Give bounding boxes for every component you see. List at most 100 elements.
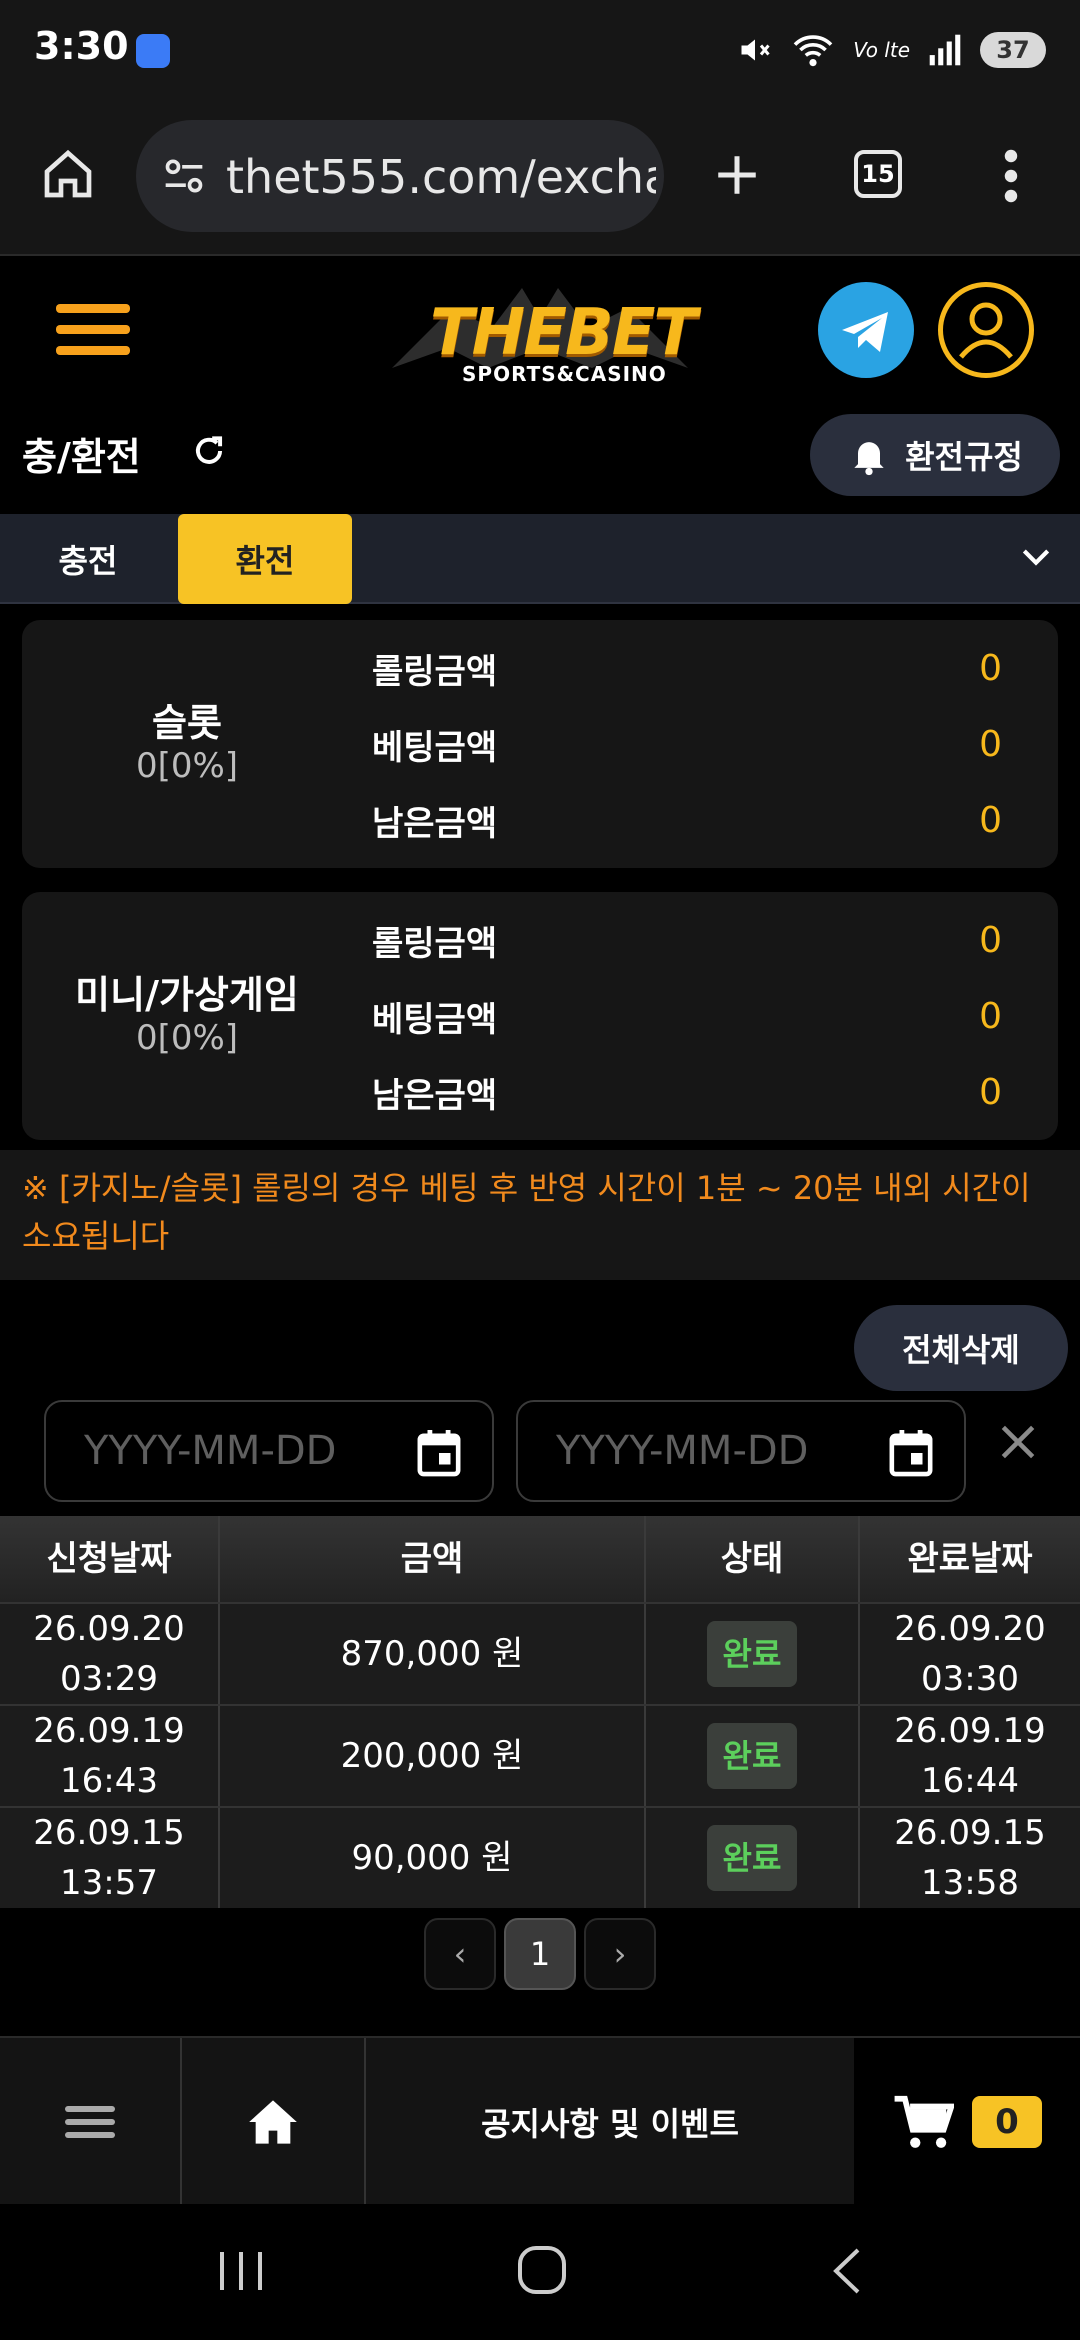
more-options-icon[interactable] [996, 146, 1026, 206]
row-value: 0 [979, 799, 1002, 841]
wifi-icon [793, 35, 833, 67]
complete-date: 26.09.20 [894, 1609, 1046, 1649]
prev-page-button[interactable]: ‹ [424, 1918, 496, 1990]
bell-icon [854, 442, 884, 476]
status-cell: 완료 [646, 1808, 860, 1908]
row-label: 롤링금액 [372, 923, 498, 964]
table-row: 26.09.19 16:43 200,000 원 완료 26.09.19 16:44 [0, 1704, 1080, 1806]
system-nav-bar [0, 2204, 1080, 2340]
row-value: 0 [979, 919, 1002, 961]
tab-bar: 충전 환전 [0, 514, 1080, 604]
exchange-rules-button[interactable]: 환전규정 [810, 414, 1060, 496]
back-icon[interactable] [828, 2246, 868, 2296]
betting-amount-row: 베팅금액 0 [372, 986, 1022, 1046]
table-row: 26.09.15 13:57 90,000 원 완료 26.09.15 13:58 [0, 1806, 1080, 1908]
telegram-icon [842, 312, 888, 352]
next-page-button[interactable]: › [584, 1918, 656, 1990]
header-complete-date: 완료날짜 [907, 1539, 1033, 1579]
tab-switcher-button[interactable]: 15 [854, 150, 902, 198]
mini-game-rolling-card: 미니/가상게임 0[0%] 롤링금액 0 베팅금액 0 남은금액 0 [22, 892, 1058, 1140]
card-name: 슬롯 [152, 701, 222, 745]
notices-events-link[interactable]: 공지사항 및 이벤트 [366, 2038, 854, 2206]
complete-time: 13:58 [921, 1863, 1019, 1903]
hamburger-menu-icon[interactable] [56, 300, 130, 360]
remaining-amount-row: 남은금액 0 [372, 790, 1022, 850]
clear-dates-icon[interactable] [996, 1420, 1040, 1464]
browser-toolbar: thet555.com/exchan 15 [0, 100, 1080, 256]
request-time: 16:43 [60, 1761, 158, 1801]
row-value: 0 [979, 995, 1002, 1037]
tab-charge[interactable]: 충전 [0, 514, 176, 604]
status-badge: 완료 [706, 1723, 798, 1789]
pagination: ‹ 1 › [424, 1918, 656, 1990]
status-icons: Vo lte 37 [737, 28, 1046, 72]
tab-exchange[interactable]: 환전 [178, 514, 352, 604]
page-button-current[interactable]: 1 [504, 1918, 576, 1990]
bottom-home-button[interactable] [182, 2038, 366, 2206]
start-date-placeholder: YYYY-MM-DD [84, 1428, 337, 1474]
url-text: thet555.com/exchan [226, 150, 656, 204]
header-request-date: 신청날짜 [0, 1516, 220, 1602]
status-badge: 완료 [706, 1825, 798, 1891]
rolling-amount-row: 롤링금액 0 [372, 638, 1022, 698]
complete-date: 26.09.15 [894, 1813, 1046, 1853]
status-cell: 완료 [646, 1706, 860, 1806]
site-info-icon[interactable] [162, 154, 206, 198]
end-date-placeholder: YYYY-MM-DD [556, 1428, 809, 1474]
battery-icon: 37 [980, 32, 1046, 68]
request-date: 26.09.19 [33, 1711, 185, 1751]
complete-time: 16:44 [921, 1761, 1019, 1801]
calendar-icon[interactable] [416, 1428, 462, 1478]
exchange-rules-label: 환전규정 [905, 438, 1023, 476]
card-percent: 0[0%] [135, 746, 239, 786]
rolling-notice-text: ※ [카지노/슬롯] 롤링의 경우 베팅 후 반영 시간이 1분 ~ 20분 내… [22, 1169, 1031, 1255]
address-bar[interactable]: thet555.com/exchan [136, 120, 664, 232]
page-title: 충/환전 [22, 435, 141, 479]
complete-date-cell: 26.09.15 13:58 [860, 1808, 1080, 1908]
request-date: 26.09.15 [33, 1813, 185, 1853]
site-logo[interactable]: THEBET [430, 296, 697, 370]
bet-cart-button[interactable]: 0 [854, 2038, 1080, 2206]
chevron-down-icon[interactable] [1016, 536, 1056, 576]
start-date-field[interactable]: YYYY-MM-DD [44, 1400, 494, 1502]
amount-cell: 90,000 원 [220, 1808, 646, 1908]
delete-all-button[interactable]: 전체삭제 [854, 1305, 1068, 1391]
status-cell: 완료 [646, 1604, 860, 1704]
complete-date-cell: 26.09.20 03:30 [860, 1604, 1080, 1704]
volte-icon: Vo lte [853, 38, 910, 62]
card-name: 미니/가상게임 [75, 973, 299, 1017]
signal-icon [929, 34, 961, 66]
recent-apps-icon[interactable] [216, 2248, 266, 2294]
telegram-button[interactable] [818, 282, 914, 378]
complete-date-cell: 26.09.19 16:44 [860, 1706, 1080, 1806]
complete-date: 26.09.19 [894, 1711, 1046, 1751]
slot-rolling-card: 슬롯 0[0%] 롤링금액 0 베팅금액 0 남은금액 0 [22, 620, 1058, 868]
request-date: 26.09.20 [33, 1609, 185, 1649]
request-date-cell: 26.09.15 13:57 [0, 1808, 220, 1908]
calendar-icon[interactable] [888, 1428, 934, 1478]
request-time: 13:57 [60, 1863, 158, 1903]
home-icon[interactable] [40, 146, 96, 202]
home-icon [249, 2100, 297, 2144]
betting-amount-row: 베팅금액 0 [372, 714, 1022, 774]
request-time: 03:29 [60, 1659, 158, 1699]
row-label: 롤링금액 [372, 651, 498, 692]
amount-cell: 200,000 원 [220, 1706, 646, 1806]
row-value: 0 [979, 723, 1002, 765]
system-home-icon[interactable] [516, 2244, 568, 2296]
cart-icon [894, 2095, 954, 2148]
bottom-menu-button[interactable] [0, 2038, 182, 2206]
rolling-amount-row: 롤링금액 0 [372, 910, 1022, 970]
end-date-field[interactable]: YYYY-MM-DD [516, 1400, 966, 1502]
table-header: 신청날짜 금액 상태 완료날짜 [0, 1516, 1080, 1602]
new-tab-icon[interactable] [712, 150, 762, 200]
row-value: 0 [979, 647, 1002, 689]
card-percent: 0[0%] [135, 1018, 239, 1058]
user-profile-button[interactable] [938, 282, 1034, 378]
remaining-amount-row: 남은금액 0 [372, 1062, 1022, 1122]
refresh-icon[interactable] [190, 432, 228, 470]
row-value: 0 [979, 1071, 1002, 1113]
request-date-cell: 26.09.19 16:43 [0, 1706, 220, 1806]
site-header: THEBET SPORTS&CASINO 충/환전 환전규정 [0, 256, 1080, 516]
table-row: 26.09.20 03:29 870,000 원 완료 26.09.20 03:30 [0, 1602, 1080, 1704]
